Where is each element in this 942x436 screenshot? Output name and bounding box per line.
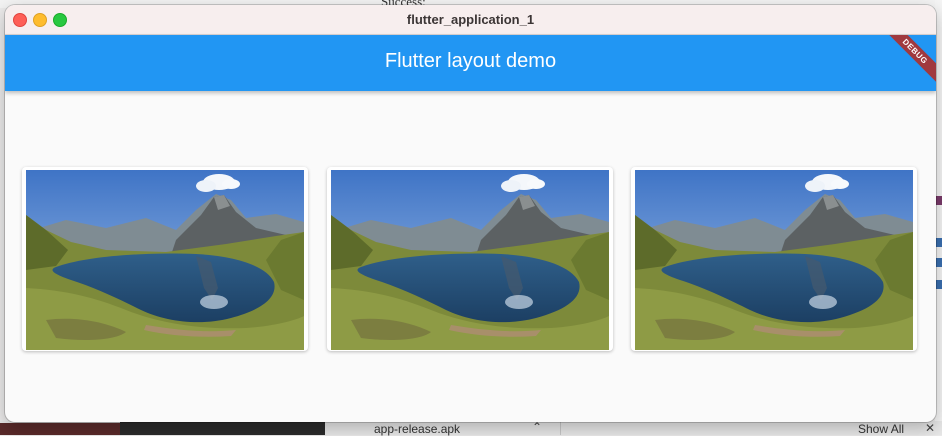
mountain-lake-image: [26, 170, 304, 350]
download-file-name[interactable]: app-release.apk: [374, 422, 460, 436]
download-bar: app-release.apk ⌃ Show All ✕: [0, 420, 942, 436]
debug-banner: DEBUG: [880, 35, 936, 91]
mountain-lake-image: [331, 170, 609, 350]
debug-banner-label: DEBUG: [880, 35, 936, 88]
background-right-panel: [935, 0, 942, 435]
image-card-2: [327, 167, 613, 351]
close-icon[interactable]: ✕: [925, 421, 935, 435]
app-bar-title: Flutter layout demo: [384, 50, 557, 72]
app-window: flutter_application_1 Flutter layout dem…: [5, 5, 936, 422]
chevron-up-icon[interactable]: ⌃: [532, 420, 542, 434]
image-card-1: [22, 167, 308, 351]
app-bar: Flutter layout demo: [5, 35, 936, 91]
show-all-button[interactable]: Show All: [858, 422, 904, 436]
mountain-lake-image: [635, 170, 913, 350]
window-title: flutter_application_1: [406, 12, 535, 27]
image-card-3: [631, 167, 917, 351]
title-bar[interactable]: flutter_application_1: [5, 5, 936, 35]
